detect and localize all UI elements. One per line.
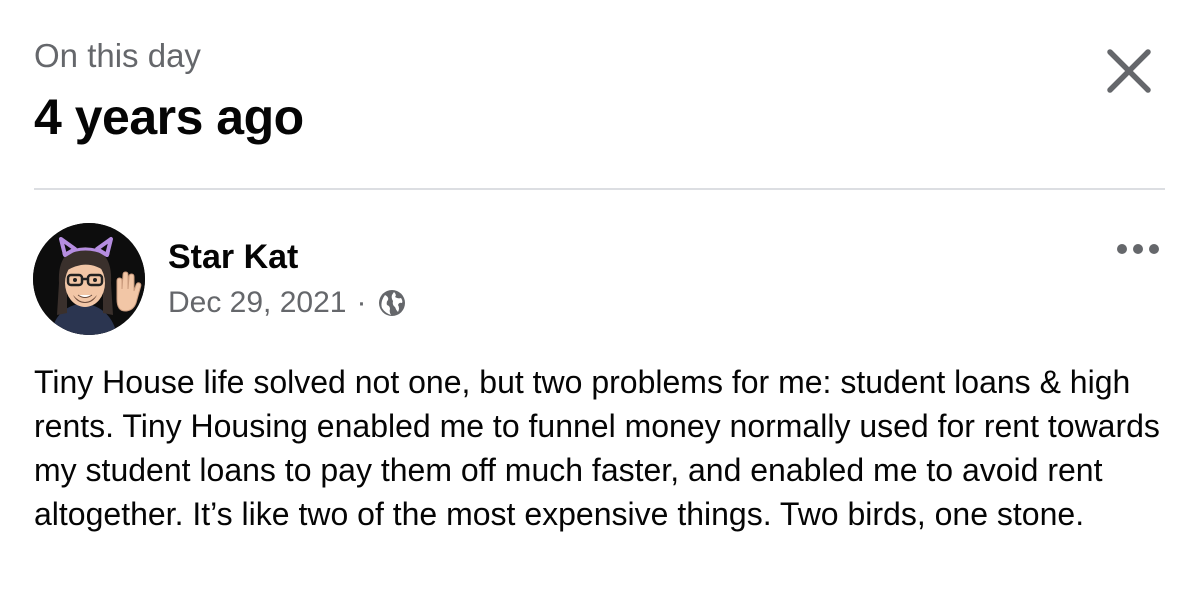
header-divider xyxy=(34,188,1165,190)
globe-icon[interactable] xyxy=(377,288,407,318)
more-options-dot xyxy=(1149,244,1159,254)
more-options-dot xyxy=(1117,244,1127,254)
close-button[interactable] xyxy=(1098,40,1160,102)
avatar[interactable] xyxy=(33,223,145,335)
more-options-dot xyxy=(1133,244,1143,254)
close-icon xyxy=(1107,49,1151,93)
header-subtitle: On this day xyxy=(34,37,201,74)
post-author[interactable]: Star Kat xyxy=(168,236,298,278)
page-title: 4 years ago xyxy=(34,89,304,145)
post-date[interactable]: Dec 29, 2021 xyxy=(168,286,346,320)
post-meta: Dec 29, 2021 · xyxy=(168,283,407,323)
cartoon-avatar-icon xyxy=(33,223,145,335)
post-text: Tiny House life solved not one, but two … xyxy=(34,364,1160,532)
more-options-button[interactable] xyxy=(1110,234,1166,264)
meta-separator: · xyxy=(356,286,367,319)
